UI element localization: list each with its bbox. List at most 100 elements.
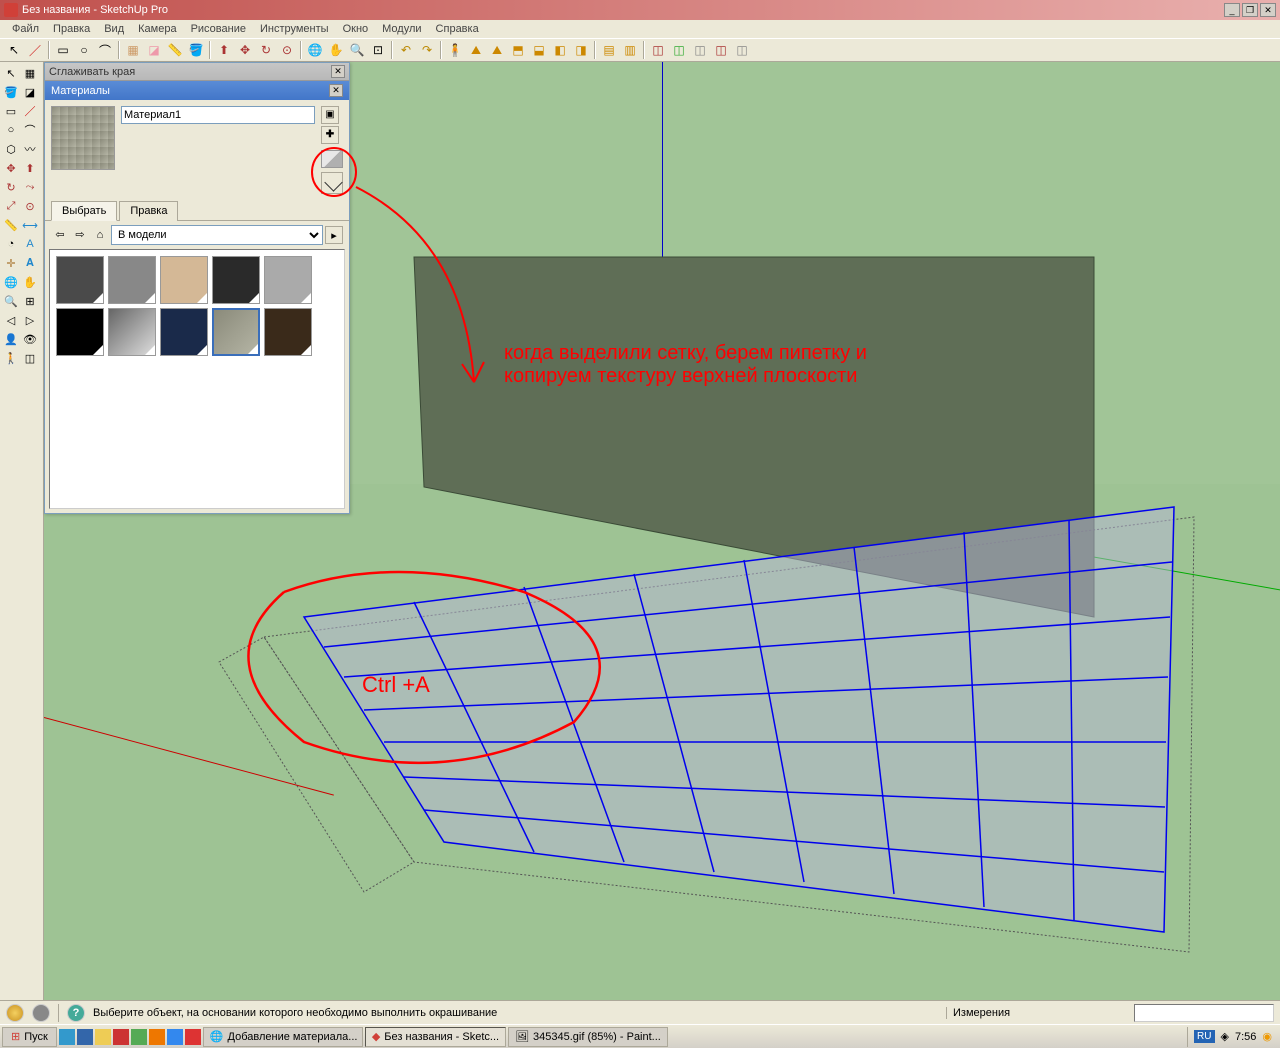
person-icon[interactable]: 🧍 [445, 40, 465, 60]
ql-app4-icon[interactable] [185, 1029, 201, 1045]
dynamic3-icon[interactable]: ◫ [690, 40, 710, 60]
nav-back-icon[interactable]: ⇦ [51, 226, 69, 244]
minimize-button[interactable]: _ [1224, 3, 1240, 17]
make-component-icon[interactable]: ▦ [21, 64, 39, 82]
sandbox3-icon[interactable]: ⬒ [508, 40, 528, 60]
ql-desktop-icon[interactable] [59, 1029, 75, 1045]
pushpull2-icon[interactable]: ⬆ [21, 159, 39, 177]
sandbox2-icon[interactable]: ⛰ [487, 40, 507, 60]
move-tool-icon[interactable]: ✥ [235, 40, 255, 60]
menu-camera[interactable]: Камера [132, 21, 182, 37]
swatch-7[interactable] [108, 308, 156, 356]
zoom-tool-icon[interactable]: 🔍 [347, 40, 367, 60]
select-tool-icon[interactable]: ↖ [4, 40, 24, 60]
menu-edit[interactable]: Правка [47, 21, 96, 37]
task-paint[interactable]: 🖼 345345.gif (85%) - Paint... [508, 1027, 668, 1047]
status-credit-icon[interactable] [32, 1004, 50, 1022]
swatch-4[interactable] [212, 256, 260, 304]
status-help-icon[interactable]: ? [67, 1004, 85, 1022]
tray-icon-1[interactable]: ◈ [1221, 1030, 1229, 1043]
3dtext-icon[interactable]: 𝐀 [21, 254, 39, 272]
sandbox5-icon[interactable]: ◧ [550, 40, 570, 60]
sandbox-icon[interactable]: ⛰ [466, 40, 486, 60]
swatch-10[interactable] [264, 308, 312, 356]
menu-view[interactable]: Вид [98, 21, 130, 37]
swatch-3[interactable] [160, 256, 208, 304]
ql-app1-icon[interactable] [131, 1029, 147, 1045]
prev-icon[interactable]: ◁ [2, 311, 20, 329]
materials-panel-title[interactable]: Материалы ✕ [45, 81, 349, 100]
tape-tool-icon[interactable]: 📏 [165, 40, 185, 60]
sandbox6-icon[interactable]: ◨ [571, 40, 591, 60]
text-icon[interactable]: A [21, 235, 39, 253]
nav-details-icon[interactable]: ▸ [325, 226, 343, 244]
layers2-icon[interactable]: ▥ [620, 40, 640, 60]
rotate2-icon[interactable]: ↻ [2, 178, 20, 196]
measurements-input[interactable] [1134, 1004, 1274, 1022]
nav-home-icon[interactable]: ⌂ [91, 226, 109, 244]
redo-icon[interactable]: ↷ [417, 40, 437, 60]
create-material-icon[interactable]: ✚ [321, 126, 339, 144]
swatch-2[interactable] [108, 256, 156, 304]
dynamic1-icon[interactable]: ◫ [648, 40, 668, 60]
offset2-icon[interactable]: ⊙ [21, 197, 39, 215]
next-icon[interactable]: ▷ [21, 311, 39, 329]
ql-explorer-icon[interactable] [95, 1029, 111, 1045]
dynamic2-icon[interactable]: ◫ [669, 40, 689, 60]
smooth-panel-title[interactable]: Сглаживать края ✕ [45, 63, 349, 81]
task-sketchup[interactable]: ◆ Без названия - Sketc... [365, 1027, 506, 1047]
rect-icon[interactable]: ▭ [2, 102, 20, 120]
dynamic4-icon[interactable]: ◫ [711, 40, 731, 60]
zoom2-icon[interactable]: 🔍 [2, 292, 20, 310]
swatch-1[interactable] [56, 256, 104, 304]
clock[interactable]: 7:56 [1235, 1031, 1256, 1043]
ql-media-icon[interactable] [113, 1029, 129, 1045]
arc-icon[interactable]: ⌒ [21, 121, 39, 139]
freehand-icon[interactable]: 〰 [21, 140, 39, 158]
swatch-9[interactable] [212, 308, 260, 356]
orbit2-icon[interactable]: 🌐 [2, 273, 20, 291]
position-camera-icon[interactable]: 👤 [2, 330, 20, 348]
menu-file[interactable]: Файл [6, 21, 45, 37]
polygon-icon[interactable]: ⬡ [2, 140, 20, 158]
swatch-5[interactable] [264, 256, 312, 304]
nav-forward-icon[interactable]: ⇨ [71, 226, 89, 244]
select-icon[interactable]: ↖ [2, 64, 20, 82]
orbit-tool-icon[interactable]: 🌐 [305, 40, 325, 60]
dynamic5-icon[interactable]: ◫ [732, 40, 752, 60]
tape2-icon[interactable]: 📏 [2, 216, 20, 234]
swatch-8[interactable] [160, 308, 208, 356]
circle-icon[interactable]: ○ [2, 121, 20, 139]
ql-save-icon[interactable] [77, 1029, 93, 1045]
section-icon[interactable]: ◫ [21, 349, 39, 367]
rotate-tool-icon[interactable]: ↻ [256, 40, 276, 60]
scale-icon[interactable]: ⤢ [2, 197, 20, 215]
display-secondary-icon[interactable]: ▣ [321, 106, 339, 124]
paint-icon[interactable]: 🪣 [2, 83, 20, 101]
pushpull-tool-icon[interactable]: ⬆ [214, 40, 234, 60]
menu-window[interactable]: Окно [337, 21, 375, 37]
line-tool-icon[interactable]: ／ [25, 40, 45, 60]
menu-help[interactable]: Справка [430, 21, 485, 37]
eraser-tool-icon[interactable]: ◪ [144, 40, 164, 60]
sandbox4-icon[interactable]: ⬓ [529, 40, 549, 60]
task-chrome[interactable]: 🌐 Добавление материала... [203, 1027, 363, 1047]
swatch-6[interactable] [56, 308, 104, 356]
followme-icon[interactable]: ⤳ [21, 178, 39, 196]
circle-tool-icon[interactable]: ○ [74, 40, 94, 60]
material-name-input[interactable] [121, 106, 315, 124]
ql-app3-icon[interactable] [167, 1029, 183, 1045]
menu-plugins[interactable]: Модули [376, 21, 427, 37]
tab-edit[interactable]: Правка [119, 201, 178, 221]
close-button[interactable]: ✕ [1260, 3, 1276, 17]
component-icon[interactable]: ▦ [123, 40, 143, 60]
start-button[interactable]: ⊞ Пуск [2, 1027, 57, 1047]
zoom-extents-icon[interactable]: ⊡ [368, 40, 388, 60]
default-color-button[interactable] [321, 150, 343, 168]
axes-icon[interactable]: ✛ [2, 254, 20, 272]
pan2-icon[interactable]: ✋ [21, 273, 39, 291]
arc-tool-icon[interactable]: ⌒ [95, 40, 115, 60]
tab-select[interactable]: Выбрать [51, 201, 117, 221]
smooth-close-icon[interactable]: ✕ [331, 65, 345, 78]
materials-close-icon[interactable]: ✕ [329, 84, 343, 97]
